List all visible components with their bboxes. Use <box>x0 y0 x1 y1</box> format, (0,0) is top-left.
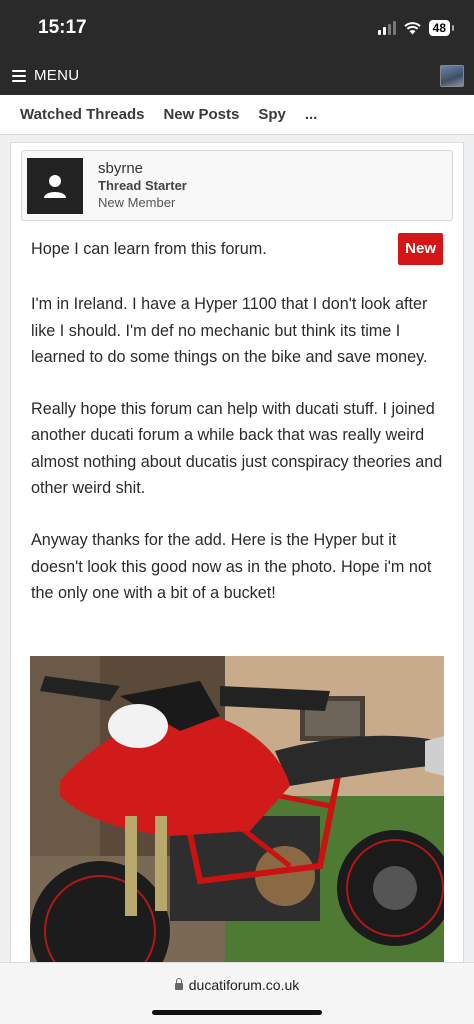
lock-icon <box>174 978 183 990</box>
hamburger-icon <box>12 69 26 82</box>
menu-label: MENU <box>34 67 80 84</box>
tab-spy[interactable]: Spy <box>258 106 286 123</box>
author-avatar[interactable] <box>27 157 83 214</box>
browser-bottom-bar: ducatiforum.co.uk <box>0 962 474 1024</box>
status-icons: 48 <box>377 20 455 36</box>
status-time: 15:17 <box>38 17 87 38</box>
post-paragraph: Anyway thanks for the add. Here is the H… <box>31 531 432 602</box>
tab-watched-threads[interactable]: Watched Threads <box>20 106 144 123</box>
author-info: sbyrne Thread Starter New Member <box>98 160 187 211</box>
url-text: ducatiforum.co.uk <box>188 977 300 993</box>
user-avatar[interactable] <box>440 64 464 87</box>
user-icon <box>44 174 66 198</box>
post-title-line: Hope I can learn from this forum. <box>31 240 267 258</box>
wifi-icon <box>403 21 421 34</box>
thread-tabs: Watched Threads New Posts Spy ... <box>0 95 474 135</box>
author-role: Thread Starter <box>98 178 187 193</box>
post-paragraph: I'm in Ireland. I have a Hyper 1100 that… <box>31 295 428 366</box>
status-bar: 15:17 48 <box>0 0 474 56</box>
author-rank: New Member <box>98 195 176 210</box>
header: 15:17 48 MENU <box>0 0 474 95</box>
home-indicator[interactable] <box>152 1010 322 1015</box>
author-name[interactable]: sbyrne <box>98 160 187 177</box>
post: sbyrne Thread Starter New Member Hope I … <box>10 142 464 972</box>
menu-button[interactable]: MENU <box>12 67 79 84</box>
post-author-block: sbyrne Thread Starter New Member <box>21 150 453 221</box>
post-paragraph: Really hope this forum can help with duc… <box>31 400 443 498</box>
post-first-line: Hope I can learn from this forum. New <box>31 233 443 266</box>
tab-new-posts[interactable]: New Posts <box>163 106 239 123</box>
navbar: MENU <box>0 56 474 95</box>
battery-icon: 48 <box>428 20 455 36</box>
post-body: Hope I can learn from this forum. New I'… <box>11 233 463 606</box>
tab-more[interactable]: ... <box>305 106 318 123</box>
new-badge: New <box>398 233 443 266</box>
motorcycle-photo[interactable] <box>30 656 444 972</box>
url-bar[interactable]: ducatiforum.co.uk <box>0 977 474 993</box>
cellular-signal-icon <box>377 21 396 35</box>
